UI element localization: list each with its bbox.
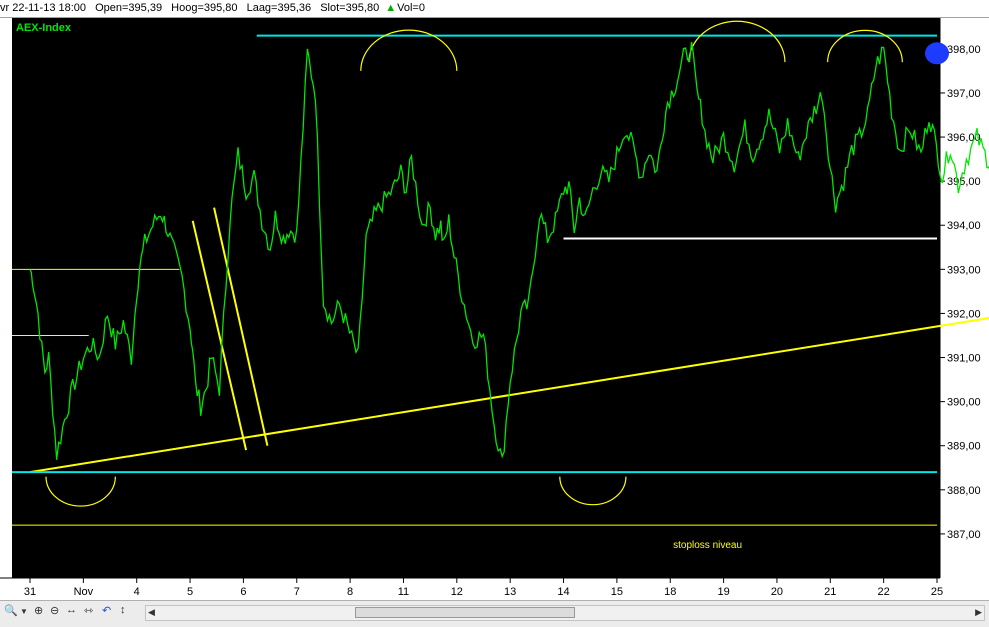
y-tick-label: 391,00 [947,353,981,365]
y-tick-label: 387,00 [947,529,981,541]
pan-vertical-icon[interactable]: ↕ [120,604,126,616]
x-tick-label: 14 [557,586,569,598]
y-tick-label: 394,00 [947,220,981,232]
quote-volume: Vol=0 [397,2,425,14]
scroll-left-icon[interactable]: ◀ [148,607,155,618]
chart-toolbar: 🔍 ▼ ⊕ ⊖ ↔ ⇿ ↶ ↕ ◀ ▶ [0,600,989,627]
expand-icon[interactable]: ⇿ [84,604,93,617]
y-tick-label: 389,00 [947,441,981,453]
quote-datetime: vr 22-11-13 18:00 [0,2,87,14]
zoom-out-icon[interactable]: ⊖ [50,604,59,617]
triangle-up-icon: ▲ [385,2,397,14]
left-margin [0,18,12,578]
highlight-dot [925,42,949,65]
y-tick-label: 397,00 [947,88,981,100]
undo-icon[interactable]: ↶ [102,604,111,617]
pan-horizontal-icon[interactable]: ↔ [66,604,77,616]
x-axis-panel [0,578,989,600]
x-tick-label: 8 [347,586,353,598]
x-tick-label: 5 [187,586,193,598]
x-tick-label: 6 [240,586,246,598]
y-tick-label: 388,00 [947,485,981,497]
y-tick-label: 398,00 [947,44,981,56]
x-tick-label: 21 [824,586,836,598]
x-tick-label: Nov [74,586,94,598]
dropdown-icon[interactable]: ▼ [20,607,28,616]
quote-close: Slot=395,80 [320,2,380,14]
y-tick-label: 392,00 [947,308,981,320]
zoom-icon[interactable]: 🔍 [4,604,18,617]
x-tick-label: 25 [931,586,943,598]
x-tick-label: 15 [611,586,623,598]
x-tick-label: 31 [24,586,36,598]
quote-open: Open=395,39 [95,2,163,14]
y-tick-label: 395,00 [947,176,981,188]
x-tick-label: 20 [771,586,783,598]
plot-background [12,18,940,578]
x-tick-label: 19 [717,586,729,598]
chart-area[interactable]: 398,00 397,00 396,00 395,00 394,00 393,00 392,… [0,18,989,600]
price-chart[interactable]: 398,00397,00396,00395,00394,00393,00392,… [0,18,989,600]
quote-info-bar: vr 22-11-13 18:00 Open=395,39 Hoog=395,8… [0,0,989,18]
scroll-right-icon[interactable]: ▶ [975,607,982,618]
x-tick-label: 4 [134,586,140,598]
y-tick-label: 390,00 [947,397,981,409]
x-tick-label: 18 [664,586,676,598]
x-tick-label: 11 [398,586,409,598]
x-tick-label: 7 [294,586,300,598]
x-tick-label: 13 [504,586,516,598]
quote-low: Laag=395,36 [246,2,312,14]
scrollbar-thumb[interactable] [354,607,575,618]
quote-high: Hoog=395,80 [171,2,238,14]
y-tick-label: 393,00 [947,264,981,276]
chart-title: AEX-Index [16,22,72,34]
x-tick-label: 22 [878,586,890,598]
stoploss-annotation: stoploss niveau [673,540,742,551]
chart-scrollbar[interactable]: ◀ ▶ [145,605,985,621]
x-tick-label: 12 [451,586,463,598]
zoom-in-icon[interactable]: ⊕ [34,604,43,617]
